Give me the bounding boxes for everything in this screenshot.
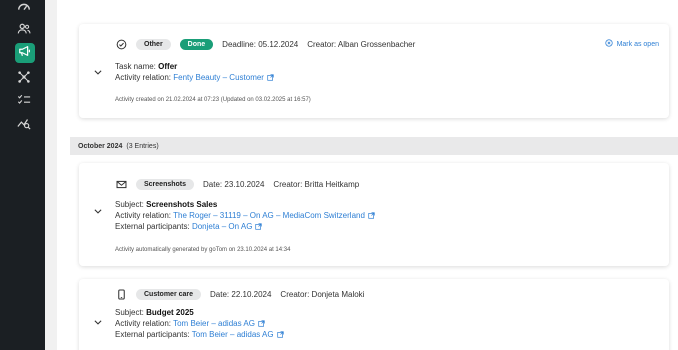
external-link-icon <box>267 74 274 81</box>
activity-relation-label: Activity relation: <box>115 319 172 328</box>
nav-network[interactable] <box>14 70 34 88</box>
external-participants-row: External participants: Tom Beier – adida… <box>115 330 284 339</box>
activity-relation-label: Activity relation: <box>115 211 172 220</box>
activity-type-tag: Screenshots <box>136 178 195 190</box>
activity-relation-row: Activity relation: Fenty Beauty – Custom… <box>115 73 274 82</box>
external-link-icon <box>255 223 263 230</box>
date-text: Date: 22.10.2024 <box>210 289 272 299</box>
external-link-icon <box>258 320 265 327</box>
status-badge: Done <box>179 38 214 50</box>
creator-text: Creator: Britta Heitkamp <box>273 179 360 189</box>
activity-meta: Activity automatically generated by goTo… <box>115 247 291 253</box>
external-link-icon <box>276 331 284 338</box>
activity-type-tag: Customer care <box>136 288 202 300</box>
task-name-label: Task name: <box>115 62 156 71</box>
external-participants-row: External participants: Donjeta – On AG <box>115 222 263 231</box>
nav-tasks[interactable] <box>14 93 34 111</box>
subject-label: Subject: <box>115 308 144 317</box>
external-participant-link[interactable]: Donjeta – On AG <box>191 222 263 231</box>
external-participants-label: External participants: <box>115 222 190 231</box>
check-circle-icon <box>115 38 127 50</box>
subject-row: Subject: Budget 2025 <box>115 308 194 317</box>
subject-value: Budget 2025 <box>146 308 194 317</box>
deadline-text: Deadline: 05.12.2024 <box>222 39 299 49</box>
network-icon <box>17 70 31 89</box>
activity-header: Customer care Date: 22.10.2024 Creator: … <box>115 288 364 300</box>
analytics-icon <box>17 116 31 135</box>
checklist-icon <box>17 93 31 112</box>
external-participant-value: Donjeta – On AG <box>191 222 253 231</box>
activity-type-tag: Other <box>136 38 171 50</box>
activity-header: Other Done Deadline: 05.12.2024 Creator:… <box>115 38 415 50</box>
creator-text: Creator: Donjeta Maloki <box>280 289 365 299</box>
activity-relation-row: Activity relation: Tom Beier – adidas AG <box>115 319 265 328</box>
sidebar <box>0 0 45 350</box>
expand-toggle[interactable] <box>93 203 105 215</box>
activity-relation-link[interactable]: The Roger – 31119 – On AG – MediaCom Swi… <box>173 211 375 220</box>
mark-as-open-button[interactable]: Mark as open <box>604 39 659 49</box>
activity-relation-link[interactable]: Tom Beier – adidas AG <box>173 319 265 328</box>
task-name-row: Task name: Offer <box>115 62 177 71</box>
circle-x-icon <box>604 39 613 49</box>
activity-card: Other Done Deadline: 05.12.2024 Creator:… <box>79 24 669 118</box>
activity-relation-value: Fenty Beauty – Customer <box>173 73 264 82</box>
creator-text: Creator: Alban Grossenbacher <box>307 39 416 49</box>
month-group-header: October 2024 (3 Entries) <box>70 137 678 155</box>
activity-card: Screenshots Date: 23.10.2024 Creator: Br… <box>79 163 669 266</box>
activity-relation-row: Activity relation: The Roger – 31119 – O… <box>115 211 375 220</box>
chevron-down-icon <box>93 64 103 81</box>
speedometer-icon <box>17 0 31 19</box>
external-participant-link[interactable]: Tom Beier – adidas AG <box>192 330 284 339</box>
chevron-down-icon <box>93 314 103 331</box>
nav-dashboard[interactable] <box>14 0 34 18</box>
subject-label: Subject: <box>115 200 144 209</box>
expand-toggle[interactable] <box>93 64 105 76</box>
external-participant-value: Tom Beier – adidas AG <box>191 330 274 339</box>
external-link-icon <box>368 212 375 219</box>
expand-toggle[interactable] <box>93 314 105 326</box>
group-count: (3 Entries) <box>126 142 159 150</box>
nav-analytics[interactable] <box>14 116 34 134</box>
activity-relation-value: Tom Beier – adidas AG <box>173 319 255 328</box>
megaphone-icon <box>18 44 32 63</box>
external-participants-label: External participants: <box>115 330 190 339</box>
activity-meta: Activity created on 21.02.2024 at 07:23 … <box>115 97 311 103</box>
subject-value: Screenshots Sales <box>146 200 218 209</box>
phone-icon <box>115 288 127 300</box>
activity-header: Screenshots Date: 23.10.2024 Creator: Br… <box>115 178 359 190</box>
subject-row: Subject: Screenshots Sales <box>115 200 217 209</box>
task-name-value: Offer <box>158 62 178 71</box>
mark-as-open-label: Mark as open <box>616 40 659 48</box>
activity-relation-value: The Roger – 31119 – On AG – MediaCom Swi… <box>173 211 365 220</box>
activity-card: Customer care Date: 22.10.2024 Creator: … <box>79 279 669 350</box>
activity-relation-link[interactable]: Fenty Beauty – Customer <box>173 73 274 82</box>
chevron-down-icon <box>93 203 103 220</box>
group-title: October 2024 <box>78 142 123 150</box>
activity-feed: Other Done Deadline: 05.12.2024 Creator:… <box>57 0 678 350</box>
nav-activities[interactable] <box>15 43 35 63</box>
mail-icon <box>115 178 127 190</box>
activity-relation-label: Activity relation: <box>115 73 172 82</box>
users-icon <box>17 22 31 41</box>
date-text: Date: 23.10.2024 <box>203 179 265 189</box>
nav-contacts[interactable] <box>14 22 34 40</box>
